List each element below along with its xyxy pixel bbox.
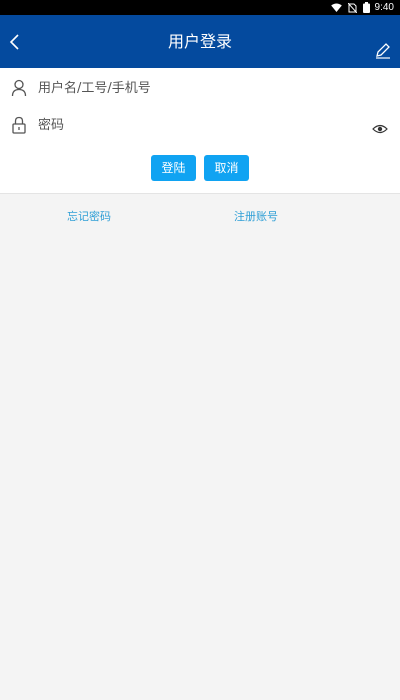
forgot-password-link[interactable]: 忘记密码 [67,208,111,224]
wifi-icon [330,3,342,12]
header-bar: 用户登录 [0,15,400,68]
login-form: 登陆 取消 [0,68,400,194]
user-icon [11,79,27,97]
account-links: 忘记密码 注册账号 [0,208,400,226]
no-sim-icon [347,2,357,13]
login-button[interactable]: 登陆 [151,155,196,181]
username-input[interactable] [38,74,358,102]
lock-icon [11,116,27,134]
password-input[interactable] [38,111,358,139]
eye-icon[interactable] [372,120,388,134]
battery-icon [362,2,370,13]
password-row [0,108,400,142]
status-bar: 9:40 [0,0,400,15]
username-row [0,71,400,105]
edit-pencil-icon[interactable] [374,41,392,59]
register-link[interactable]: 注册账号 [234,208,278,224]
page-title: 用户登录 [167,32,232,51]
status-time: 9:40 [374,2,394,13]
cancel-button[interactable]: 取消 [204,155,249,181]
